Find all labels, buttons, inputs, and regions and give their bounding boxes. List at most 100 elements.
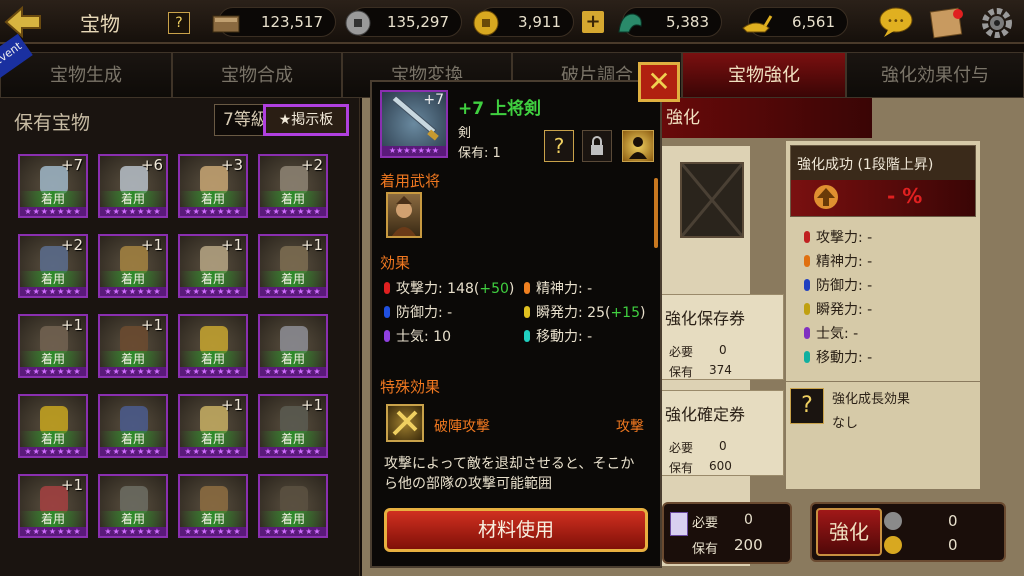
inventory-title: 保有宝物: [14, 112, 91, 134]
growth-label: 強化成長効果: [832, 392, 911, 407]
stat-color-dot: [524, 306, 530, 318]
resource-jade: 5,383: [618, 7, 722, 37]
treasure-item-slot[interactable]: 着用 ★★★★★★★: [18, 394, 88, 458]
equipped-label: 着用: [260, 351, 326, 367]
equipped-label: 着用: [20, 511, 86, 527]
stat-color-dot: [804, 351, 810, 363]
treasure-item-slot[interactable]: +1 着用 ★★★★★★★: [258, 234, 328, 298]
grade-stars: ★★★★★★★: [100, 447, 166, 456]
enhance-header: 強化: [652, 98, 872, 138]
treasure-item-slot[interactable]: 着用 ★★★★★★★: [258, 474, 328, 538]
stat-color-dot: [524, 282, 530, 294]
empty-slot[interactable]: [680, 162, 744, 238]
stat-tail: ): [508, 281, 515, 297]
item-plus-level: +1: [220, 396, 243, 414]
treasure-item-slot[interactable]: +1 着用 ★★★★★★★: [98, 314, 168, 378]
page-title: 宝物: [80, 12, 120, 36]
special-effect-icon[interactable]: [386, 404, 424, 442]
equipped-label: 着用: [100, 191, 166, 207]
confirm-have-label: 保有: [669, 461, 694, 475]
mat-need-value: 0: [744, 512, 753, 528]
gold-cost: 0: [948, 536, 958, 554]
treasure-item-slot[interactable]: +1 着用 ★★★★★★★: [178, 234, 248, 298]
help-button[interactable]: ?: [168, 12, 190, 34]
grade-stars: ★★★★★★★: [180, 367, 246, 376]
result-stat: 攻撃力: -: [804, 227, 872, 247]
map-icon[interactable]: [928, 4, 968, 40]
treasure-item-slot[interactable]: +2 着用 ★★★★★★★: [258, 154, 328, 218]
treasure-item-slot[interactable]: +1 着用 ★★★★★★★: [258, 394, 328, 458]
treasure-item-slot[interactable]: +3 着用 ★★★★★★★: [178, 154, 248, 218]
equipped-label: 着用: [260, 431, 326, 447]
save-have-label: 保有: [669, 365, 694, 379]
question-icon[interactable]: ?: [790, 388, 824, 424]
equipped-label: 着用: [100, 351, 166, 367]
treasure-item-slot[interactable]: +1 着用 ★★★★★★★: [178, 394, 248, 458]
stat-label: 攻撃力: 148(: [396, 281, 480, 297]
gold-coin-icon: [884, 536, 902, 554]
grade-stars: ★★★★★★★: [260, 207, 326, 216]
general-portrait[interactable]: [386, 192, 422, 238]
grade-stars: ★★★★★★★: [100, 207, 166, 216]
grade-stars: ★★★★★★★: [180, 207, 246, 216]
back-arrow-icon[interactable]: [4, 5, 44, 39]
tab-enhance-effect[interactable]: 強化効果付与: [846, 52, 1024, 98]
chat-bubble-icon[interactable]: •••: [878, 6, 914, 38]
bulletin-board-button[interactable]: ★掲示板: [263, 104, 349, 136]
equipped-label: 着用: [260, 271, 326, 287]
stat-tail: ): [640, 305, 646, 321]
treasure-item-slot[interactable]: +1 着用 ★★★★★★★: [18, 474, 88, 538]
stat-label: 士気: -: [816, 326, 859, 342]
save-ticket-box: 強化保存券 必要 0 保有 374: [658, 294, 784, 380]
grade-stars: ★★★★★★★: [180, 527, 246, 536]
popup-scrollbar[interactable]: [654, 178, 658, 248]
special-effect-description: 攻撃によって敵を退却させると、そこから他の部隊の攻撃可能範囲: [384, 456, 635, 492]
save-have-value: 374: [709, 363, 732, 377]
equip-general-label: 着用武将: [380, 172, 441, 190]
equipped-label: 着用: [20, 351, 86, 367]
resource-book: 123,517: [212, 7, 336, 37]
lock-icon[interactable]: [582, 130, 612, 162]
use-material-button[interactable]: 材料使用: [384, 508, 648, 552]
item-plus-level: +1: [140, 236, 163, 254]
add-gold-button[interactable]: +: [582, 11, 604, 33]
equipped-label: 着用: [20, 431, 86, 447]
equipped-label: 着用: [180, 271, 246, 287]
strengthen-button[interactable]: 強化: [816, 508, 882, 556]
mat-have-label: 保有: [692, 542, 719, 557]
top-bar: 宝物 ? 123,517 135,297 3,911 + 5,383 6,561…: [0, 0, 1024, 44]
item-plus-level: +6: [140, 156, 163, 174]
special-effect-name: 破陣攻撃: [434, 419, 490, 435]
popup-help-icon[interactable]: ?: [544, 130, 574, 162]
grade-stars: ★★★★★★★: [20, 367, 86, 376]
treasure-item-slot[interactable]: 着用 ★★★★★★★: [98, 474, 168, 538]
general-silhouette-icon[interactable]: [622, 130, 654, 162]
treasure-item-slot[interactable]: +6 着用 ★★★★★★★: [98, 154, 168, 218]
treasure-item-slot[interactable]: +1 着用 ★★★★★★★: [98, 234, 168, 298]
treasure-item-slot[interactable]: +7 着用 ★★★★★★★: [18, 154, 88, 218]
grade-stars: ★★★★★★★: [100, 287, 166, 296]
golden-lamp-icon: [739, 6, 773, 40]
treasure-item-slot[interactable]: +2 着用 ★★★★★★★: [18, 234, 88, 298]
grade-stars: ★★★★★★★: [100, 367, 166, 376]
tab-treasure-merge[interactable]: 宝物合成: [172, 52, 342, 98]
item-plus-level: +2: [300, 156, 323, 174]
ticket-icon: [670, 512, 688, 536]
treasure-item-slot[interactable]: 着用 ★★★★★★★: [258, 314, 328, 378]
treasure-item-slot[interactable]: 着用 ★★★★★★★: [98, 394, 168, 458]
treasure-item-slot[interactable]: 着用 ★★★★★★★: [178, 314, 248, 378]
equipped-label: 着用: [180, 431, 246, 447]
material-count-box: 必要 0 保有 200: [662, 502, 792, 564]
item-plus-level: +1: [140, 316, 163, 334]
stat-label: 瞬発力: -: [816, 302, 873, 318]
item-plus-level: +2: [60, 236, 83, 254]
settings-gear-icon[interactable]: [980, 6, 1014, 40]
treasure-item-slot[interactable]: 着用 ★★★★★★★: [178, 474, 248, 538]
tab-treasure-enhance[interactable]: 宝物強化: [682, 52, 846, 98]
stat-color-dot: [804, 327, 810, 339]
treasure-item-slot[interactable]: +1 着用 ★★★★★★★: [18, 314, 88, 378]
save-need-label: 必要: [669, 345, 694, 359]
popup-stars: ★★★★★★★: [382, 146, 446, 156]
result-stat: 士気: -: [804, 323, 858, 343]
close-popup-button[interactable]: ✕: [638, 62, 680, 102]
